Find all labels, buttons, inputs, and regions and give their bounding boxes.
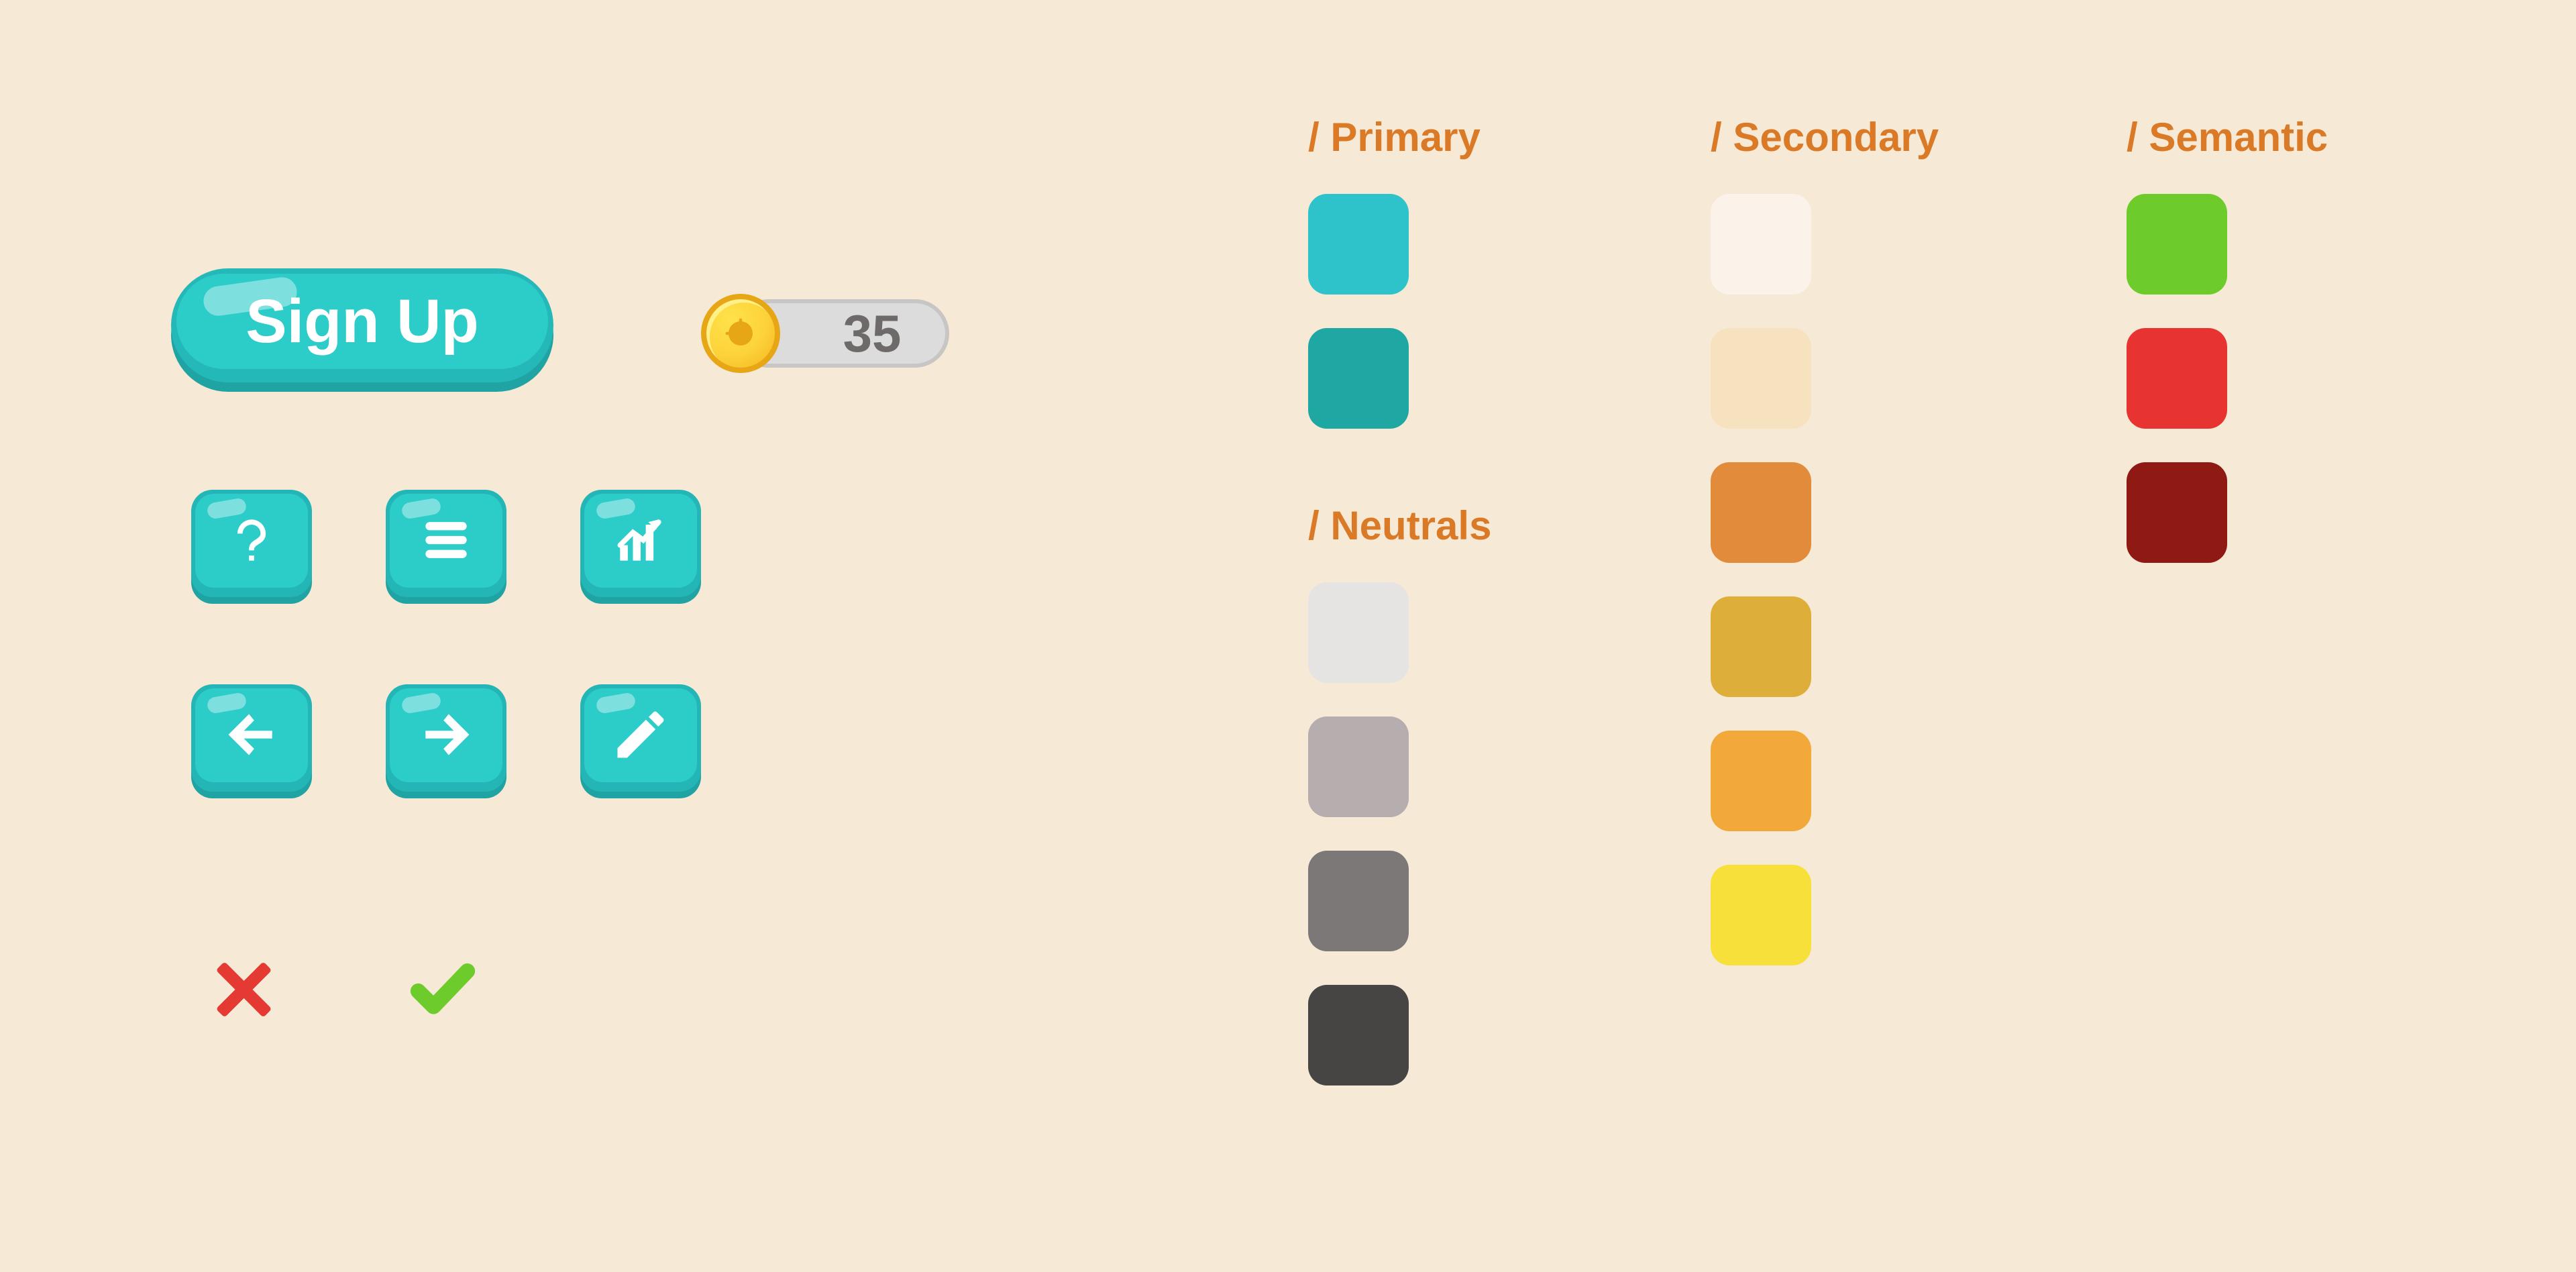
check-icon — [406, 953, 480, 1030]
cross-icon — [211, 953, 285, 1030]
ui-components-panel: Sign Up 35 — [171, 268, 553, 385]
palette-header-primary: / Primary — [1308, 114, 1536, 160]
neutral-swatches — [1308, 582, 1536, 1085]
palette-header-neutrals: / Neutrals — [1308, 502, 1536, 549]
menu-button[interactable] — [386, 490, 506, 597]
palette-secondary-col: / Secondary — [1711, 114, 1952, 999]
arrow-left-icon — [221, 704, 282, 767]
neutral-swatch-1 — [1308, 717, 1409, 817]
palette-header-semantic: / Semantic — [2127, 114, 2341, 160]
neutral-swatch-0 — [1308, 582, 1409, 683]
semantic-swatch-2 — [2127, 462, 2227, 563]
secondary-swatch-0 — [1711, 194, 1811, 295]
palette-primary-neutrals-col: / Primary / Neutrals — [1308, 114, 1536, 1119]
chart-up-icon — [610, 509, 672, 573]
icon-button-grid — [191, 490, 701, 805]
neutral-swatch-2 — [1308, 851, 1409, 951]
secondary-swatch-4 — [1711, 731, 1811, 831]
coin-icon — [701, 294, 780, 373]
question-icon — [221, 509, 282, 573]
secondary-swatches — [1711, 194, 1952, 965]
status-icons-row — [211, 953, 480, 1030]
palette-header-secondary: / Secondary — [1711, 114, 1952, 160]
primary-swatch-1 — [1308, 328, 1409, 429]
help-button[interactable] — [191, 490, 312, 597]
primary-swatch-0 — [1308, 194, 1409, 295]
pencil-icon — [610, 704, 672, 767]
arrow-right-icon — [415, 704, 477, 767]
neutral-swatch-3 — [1308, 985, 1409, 1085]
stats-button[interactable] — [580, 490, 701, 597]
secondary-swatch-5 — [1711, 865, 1811, 965]
color-palette-panel: / Primary / Neutrals / Secondary / Seman… — [1308, 114, 2341, 1119]
palette-semantic-col: / Semantic — [2127, 114, 2341, 596]
edit-button[interactable] — [580, 684, 701, 792]
coin-counter-value: 35 — [843, 303, 902, 364]
semantic-swatches — [2127, 194, 2341, 563]
signup-button-label: Sign Up — [246, 286, 479, 357]
signup-button[interactable]: Sign Up — [171, 268, 553, 382]
coin-counter: 35 — [701, 294, 949, 373]
semantic-swatch-1 — [2127, 328, 2227, 429]
secondary-swatch-1 — [1711, 328, 1811, 429]
forward-button[interactable] — [386, 684, 506, 792]
primary-swatches — [1308, 194, 1536, 429]
semantic-swatch-0 — [2127, 194, 2227, 295]
secondary-swatch-2 — [1711, 462, 1811, 563]
menu-icon — [415, 509, 477, 573]
secondary-swatch-3 — [1711, 596, 1811, 697]
back-button[interactable] — [191, 684, 312, 792]
